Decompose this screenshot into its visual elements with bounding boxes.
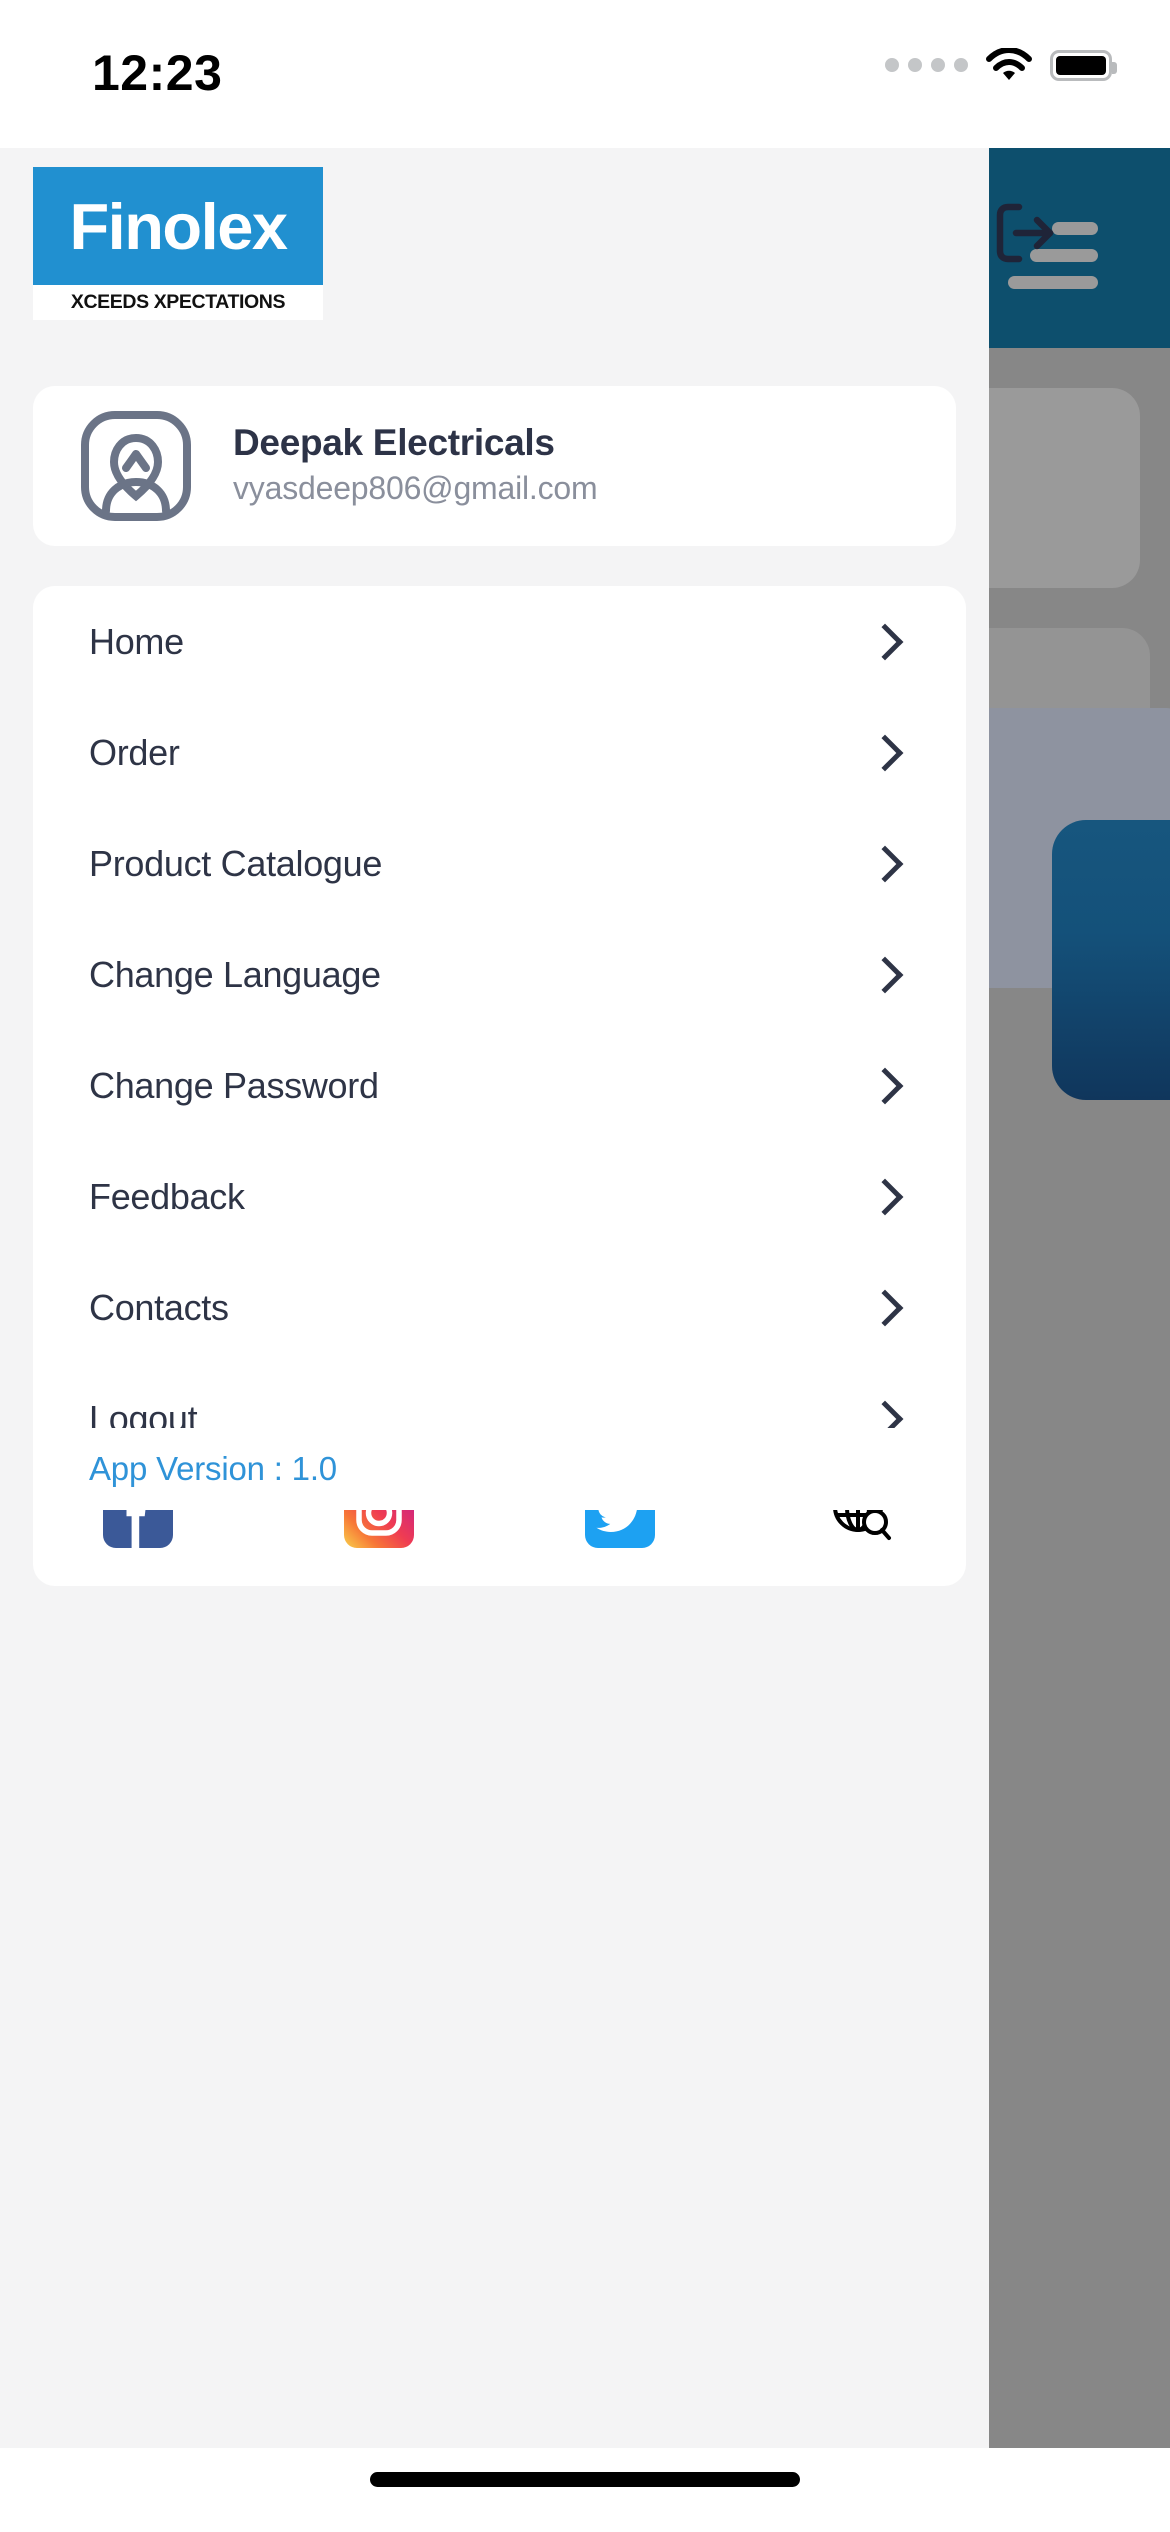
- chevron-right-icon: [866, 845, 904, 882]
- menu-item-change-language[interactable]: Change Language: [33, 919, 966, 1030]
- chevron-right-icon: [866, 623, 904, 660]
- logo-wordmark-box: Finolex: [33, 167, 323, 285]
- profile-email: vyasdeep806@gmail.com: [233, 470, 598, 507]
- battery-full-icon: [1050, 49, 1117, 81]
- logo-wordmark: Finolex: [69, 189, 288, 263]
- menu-item-label: Change Password: [89, 1064, 379, 1106]
- menu-item-label: Product Catalogue: [89, 842, 383, 884]
- background-card-highlight: [1052, 820, 1170, 1100]
- chevron-right-icon: [866, 1289, 904, 1326]
- menu-item-label: Feedback: [89, 1175, 245, 1217]
- menu-item-label: Order: [89, 731, 180, 773]
- menu-item-product-catalogue[interactable]: Product Catalogue: [33, 808, 966, 919]
- menu-item-contacts[interactable]: Contacts: [33, 1252, 966, 1363]
- wifi-icon: [986, 48, 1032, 82]
- chevron-right-icon: [866, 1178, 904, 1215]
- logout-icon[interactable]: [988, 198, 1062, 268]
- status-bar: 12:23: [0, 0, 1170, 148]
- home-indicator: [370, 2472, 800, 2487]
- phone-screen: Finolex XCEEDS XPECTATIONS Deepak Electr…: [0, 0, 1170, 2532]
- menu-item-label: Home: [89, 620, 184, 662]
- menu-item-label: Change Language: [89, 953, 381, 995]
- signal-dots-icon: [885, 58, 968, 72]
- drawer-header: Finolex XCEEDS XPECTATIONS: [0, 148, 989, 344]
- logo-tagline: XCEEDS XPECTATIONS: [70, 291, 286, 313]
- profile-name: Deepak Electricals: [233, 422, 555, 463]
- navigation-drawer: Finolex XCEEDS XPECTATIONS Deepak Electr…: [0, 148, 989, 2448]
- menu-item-order[interactable]: Order: [33, 697, 966, 808]
- app-version-card: App Version : 1.0: [33, 1428, 966, 1510]
- menu-item-label: Contacts: [89, 1286, 229, 1328]
- chevron-right-icon: [866, 956, 904, 993]
- menu-item-change-password[interactable]: Change Password: [33, 1030, 966, 1141]
- user-avatar-icon: [80, 410, 192, 522]
- menu-item-feedback[interactable]: Feedback: [33, 1141, 966, 1252]
- profile-card[interactable]: Deepak Electricals vyasdeep806@gmail.com: [33, 386, 956, 546]
- app-version-label: App Version : 1.0: [89, 1450, 337, 1487]
- chevron-right-icon: [866, 734, 904, 771]
- chevron-right-icon: [866, 1067, 904, 1104]
- status-bar-time: 12:23: [92, 45, 223, 101]
- finolex-logo: Finolex XCEEDS XPECTATIONS: [33, 167, 323, 320]
- status-bar-indicators: [885, 48, 1117, 82]
- menu-item-home[interactable]: Home: [33, 586, 966, 697]
- profile-text-block: Deepak Electricals vyasdeep806@gmail.com: [233, 420, 598, 510]
